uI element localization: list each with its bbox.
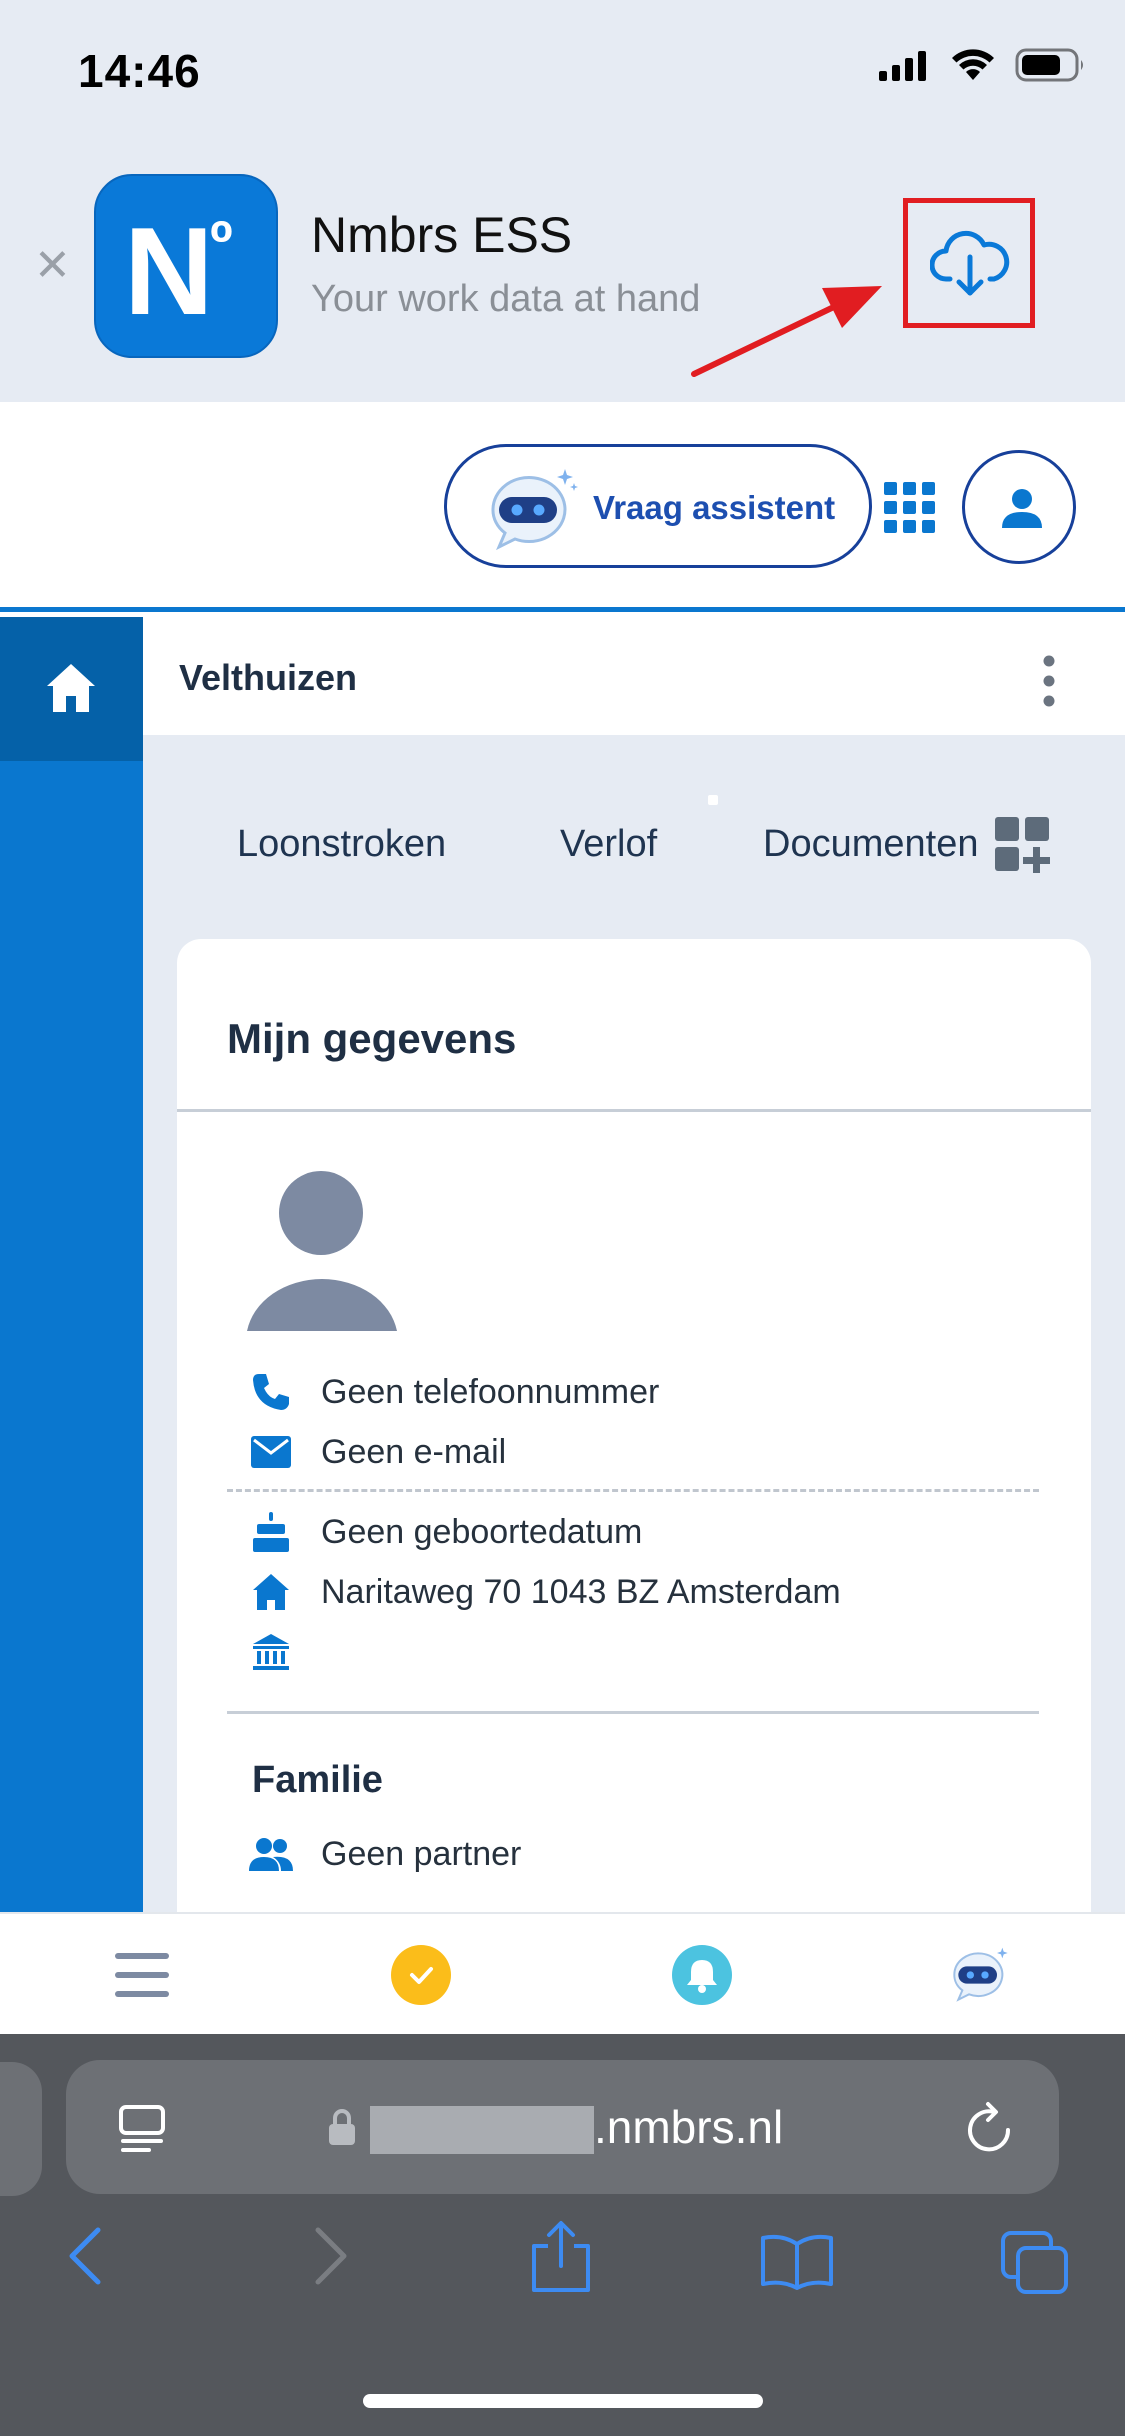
email-row: Geen e-mail [249,1427,506,1477]
add-widget-icon[interactable] [995,817,1051,873]
people-icon [249,1838,293,1871]
app-subtitle: Your work data at hand [311,278,701,320]
birthday-text: Geen geboortedatum [321,1512,643,1551]
bookmarks-icon[interactable] [760,2234,834,2290]
card-title: Mijn gegevens [227,1015,517,1062]
url-text: .nmbrs.nl [594,2101,784,2153]
lock-icon [329,2109,355,2145]
back-icon[interactable] [66,2226,106,2286]
bottom-nav [0,1912,1125,2034]
company-bar: Velthuizen [143,617,1125,735]
section-divider [227,1711,1039,1714]
menu-button[interactable] [109,1942,175,2008]
tab-loonstroken[interactable]: Loonstroken [237,823,446,866]
robot-chat-icon [953,1947,1008,2002]
more-options-icon[interactable] [1039,655,1059,707]
family-section-title: Familie [252,1759,383,1801]
home-icon [253,1574,289,1610]
banner-close-icon[interactable]: ✕ [34,244,71,288]
bank-icon [253,1634,289,1670]
personal-details-card: Mijn gegevens Geen telefoonnummer Geen e… [177,939,1091,1917]
status-time: 14:46 [78,45,201,97]
email-text: Geen e-mail [321,1432,507,1471]
status-icons [879,48,1087,82]
wifi-icon [952,49,994,80]
menu-icon [115,1953,169,1997]
scroll-indicator [708,795,718,805]
notifications-button[interactable] [669,1942,735,2008]
address-text: Naritaweg 70 1043 BZ Amsterdam [321,1572,841,1611]
cake-icon [253,1512,289,1552]
app-name: Nmbrs ESS [311,207,573,263]
sidebar [0,617,143,2034]
browser-toolbar: .nmbrs.nl [0,2034,1125,2436]
avatar-placeholder [247,1171,397,1331]
app-logo-superscript: º [210,209,233,278]
previous-tab-preview[interactable] [0,2062,42,2196]
ask-assistant-button[interactable]: Vraag assistent [444,444,872,568]
url-redaction [370,2106,594,2154]
address-bar[interactable]: .nmbrs.nl [66,2060,1059,2194]
forward-icon[interactable] [310,2226,350,2286]
battery-icon [1015,48,1083,82]
ask-assistant-label: Vraag assistent [593,489,836,526]
download-app-button[interactable] [903,198,1035,328]
check-icon [391,1945,451,2005]
tasks-button[interactable] [388,1942,454,2008]
mail-icon [251,1436,291,1468]
tabs-icon[interactable] [1000,2230,1070,2296]
birthday-row: Geen geboortedatum [249,1507,642,1557]
address-row: Naritaweg 70 1043 BZ Amsterdam [249,1567,841,1617]
phone-text: Geen telefoonnummer [321,1372,660,1411]
card-divider [177,1109,1091,1112]
signal-icon [879,51,926,81]
bell-icon [672,1945,732,2005]
app-logo-letter: N [124,203,214,341]
app-banner: 14:46 ✕ N º Nmbrs ESS Your work data at … [0,0,1125,402]
section-divider [227,1489,1039,1492]
robot-chat-icon [491,469,578,551]
phone-icon [253,1374,289,1410]
sidebar-item-home[interactable] [0,617,143,761]
reload-icon[interactable] [964,2100,1016,2156]
page-menu-icon[interactable] [118,2104,166,2154]
bank-row [249,1627,321,1677]
app-logo: N º [94,174,278,358]
apps-grid-icon[interactable] [884,482,936,534]
tab-documenten[interactable]: Documenten [763,823,978,866]
company-name: Velthuizen [179,657,358,698]
tab-documenten-clip: Documenten [763,813,983,877]
user-icon [1002,489,1042,528]
tab-verlof[interactable]: Verlof [560,823,657,866]
main-content: Velthuizen Loonstroken Verlof Documenten… [143,617,1125,1917]
share-icon[interactable] [530,2220,592,2294]
cloud-download-icon [930,230,1010,296]
profile-button[interactable] [962,450,1076,564]
partner-row: Geen partner [249,1829,521,1879]
home-icon [47,664,95,712]
home-indicator[interactable] [363,2394,763,2408]
partner-text: Geen partner [321,1834,522,1873]
annotation-arrow [691,286,882,377]
assistant-nav-button[interactable] [948,1942,1014,2008]
app-header: Vraag assistent [0,402,1125,612]
phone-row: Geen telefoonnummer [249,1367,659,1417]
